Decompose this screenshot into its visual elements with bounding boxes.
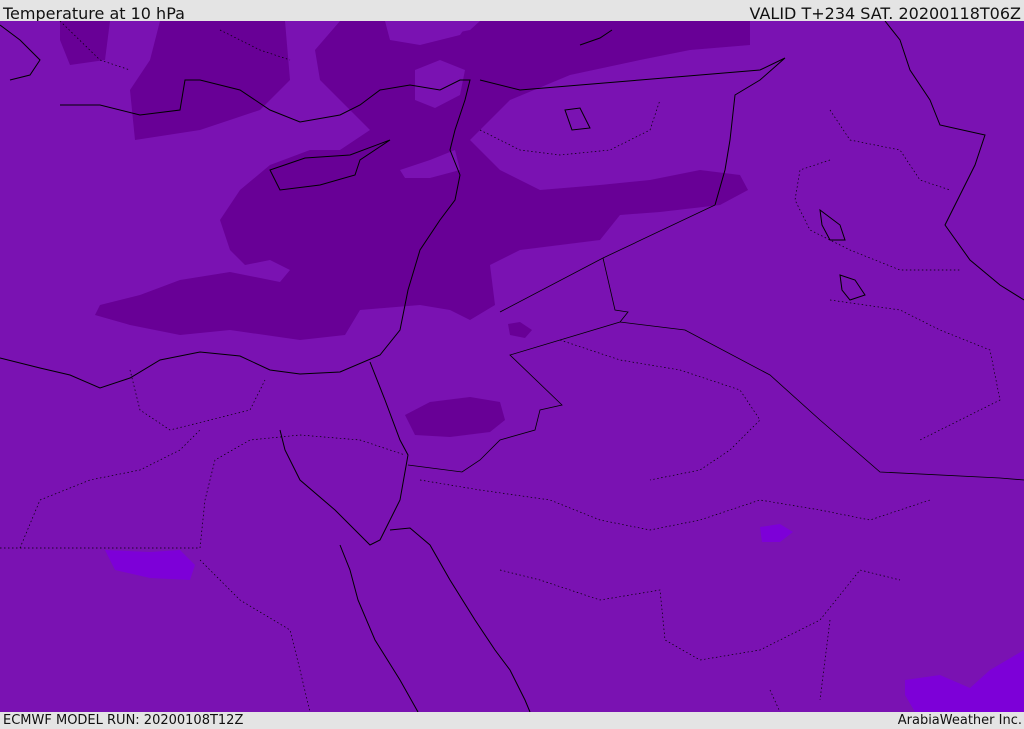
temperature-map: [0, 21, 1024, 712]
credit-label: ArabiaWeather Inc.: [897, 713, 1022, 728]
header-bar: Temperature at 10 hPa VALID T+234 SAT. 2…: [0, 0, 1024, 23]
footer-bar: ECMWF MODEL RUN: 20200108T12Z ArabiaWeat…: [0, 712, 1024, 729]
model-run: ECMWF MODEL RUN: 20200108T12Z: [3, 713, 244, 728]
